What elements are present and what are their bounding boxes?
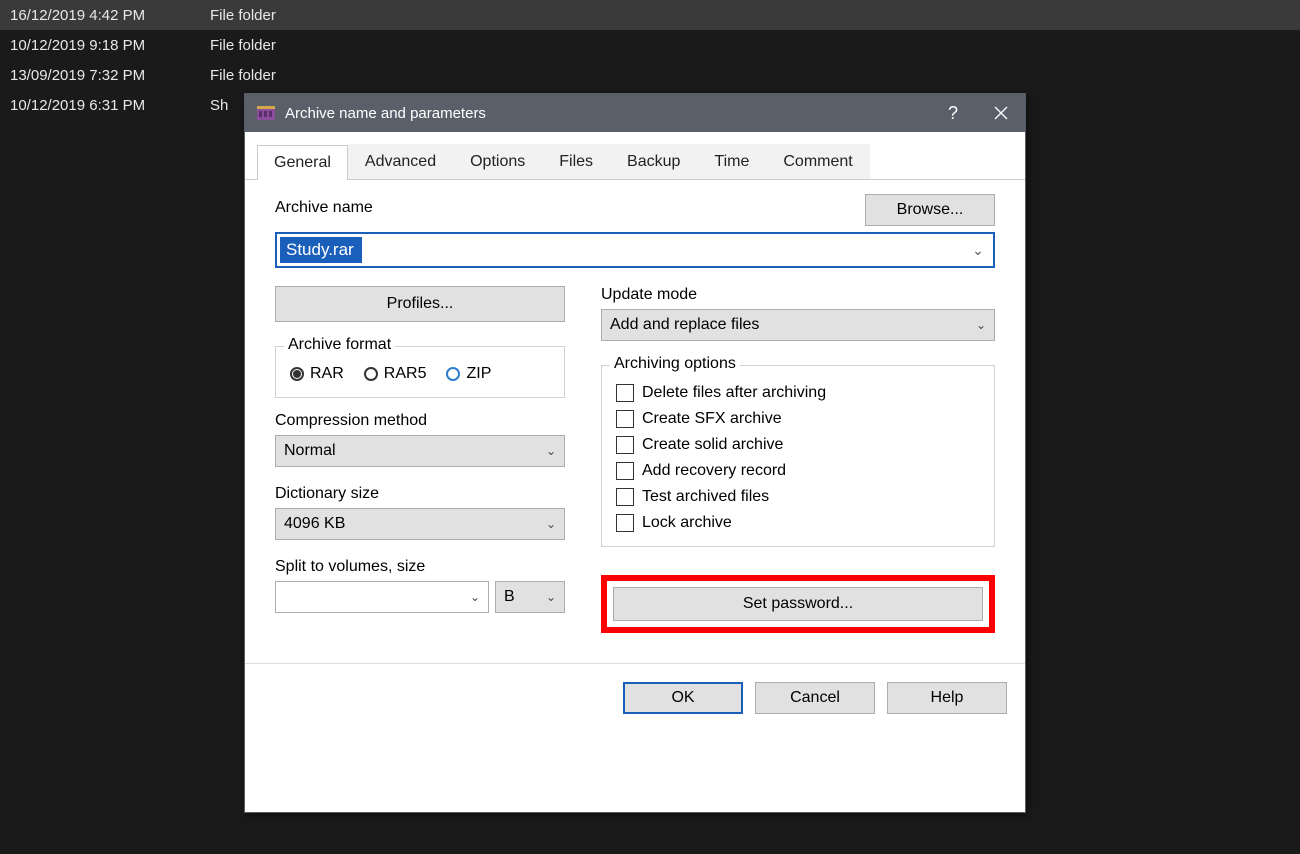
check-label: Lock archive: [642, 514, 732, 532]
split-unit-select[interactable]: B ⌄: [495, 581, 565, 613]
help-button[interactable]: Help: [887, 682, 1007, 714]
check-lock[interactable]: Lock archive: [616, 514, 980, 532]
chevron-down-icon: ⌄: [470, 590, 480, 604]
update-mode-value: Add and replace files: [610, 316, 759, 334]
checkbox-icon: [616, 410, 634, 428]
archive-name-input[interactable]: [280, 237, 362, 263]
split-unit: B: [504, 588, 515, 606]
winrar-icon: [255, 102, 277, 124]
help-icon[interactable]: ?: [929, 94, 977, 132]
radio-icon: [446, 367, 460, 381]
dictionary-value: 4096 KB: [284, 515, 345, 533]
chevron-down-icon: ⌄: [546, 444, 556, 458]
set-password-highlight: Set password...: [601, 575, 995, 633]
compression-label: Compression method: [275, 412, 565, 430]
dictionary-select[interactable]: 4096 KB ⌄: [275, 508, 565, 540]
cancel-button[interactable]: Cancel: [755, 682, 875, 714]
tab-options[interactable]: Options: [453, 144, 542, 179]
radio-zip[interactable]: ZIP: [446, 365, 491, 383]
check-label: Add recovery record: [642, 462, 786, 480]
checkbox-icon: [616, 488, 634, 506]
ok-button[interactable]: OK: [623, 682, 743, 714]
chevron-down-icon: ⌄: [976, 318, 986, 332]
chevron-down-icon[interactable]: ⌄: [963, 242, 993, 259]
update-mode-label: Update mode: [601, 286, 995, 304]
explorer-row[interactable]: 16/12/2019 4:42 PM File folder: [0, 0, 1300, 30]
radio-label: RAR5: [384, 365, 427, 383]
tab-files[interactable]: Files: [542, 144, 610, 179]
archive-format-legend: Archive format: [284, 336, 395, 354]
radio-label: RAR: [310, 365, 344, 383]
browse-button[interactable]: Browse...: [865, 194, 995, 226]
explorer-row[interactable]: 10/12/2019 9:18 PM File folder: [0, 30, 1300, 60]
profiles-button[interactable]: Profiles...: [275, 286, 565, 322]
file-date: 10/12/2019 9:18 PM: [10, 37, 190, 54]
radio-rar[interactable]: RAR: [290, 365, 344, 383]
chevron-down-icon: ⌄: [546, 590, 556, 604]
check-label: Create solid archive: [642, 436, 783, 454]
archiving-options-legend: Archiving options: [610, 355, 740, 373]
check-label: Test archived files: [642, 488, 769, 506]
check-sfx[interactable]: Create SFX archive: [616, 410, 980, 428]
set-password-button[interactable]: Set password...: [613, 587, 983, 621]
close-icon[interactable]: [977, 94, 1025, 132]
checkbox-icon: [616, 462, 634, 480]
checkbox-icon: [616, 514, 634, 532]
checkbox-icon: [616, 384, 634, 402]
tab-general[interactable]: General: [257, 145, 348, 180]
checkbox-icon: [616, 436, 634, 454]
tab-strip: General Advanced Options Files Backup Ti…: [245, 132, 1025, 180]
check-test[interactable]: Test archived files: [616, 488, 980, 506]
file-date: 10/12/2019 6:31 PM: [10, 97, 190, 114]
dialog-content: Archive name Browse... ⌄ Profiles... Arc…: [245, 180, 1025, 645]
chevron-down-icon: ⌄: [546, 517, 556, 531]
file-type: File folder: [210, 67, 1290, 84]
update-mode-select[interactable]: Add and replace files ⌄: [601, 309, 995, 341]
check-recovery[interactable]: Add recovery record: [616, 462, 980, 480]
file-type: File folder: [210, 37, 1290, 54]
check-delete-after[interactable]: Delete files after archiving: [616, 384, 980, 402]
archive-dialog: Archive name and parameters ? General Ad…: [244, 93, 1026, 813]
radio-rar5[interactable]: RAR5: [364, 365, 427, 383]
explorer-row[interactable]: 13/09/2019 7:32 PM File folder: [0, 60, 1300, 90]
check-label: Delete files after archiving: [642, 384, 826, 402]
titlebar[interactable]: Archive name and parameters ?: [245, 94, 1025, 132]
archive-format-group: Archive format RAR RAR5 ZIP: [275, 346, 565, 398]
check-label: Create SFX archive: [642, 410, 782, 428]
archive-name-label: Archive name: [275, 199, 853, 217]
check-solid[interactable]: Create solid archive: [616, 436, 980, 454]
archiving-options-group: Archiving options Delete files after arc…: [601, 365, 995, 547]
dialog-button-row: OK Cancel Help: [245, 663, 1025, 730]
radio-label: ZIP: [466, 365, 491, 383]
tab-time[interactable]: Time: [697, 144, 766, 179]
compression-value: Normal: [284, 442, 336, 460]
file-type: File folder: [210, 7, 1290, 24]
archive-name-field[interactable]: ⌄: [275, 232, 995, 268]
tab-advanced[interactable]: Advanced: [348, 144, 453, 179]
tab-comment[interactable]: Comment: [766, 144, 869, 179]
dialog-title: Archive name and parameters: [285, 105, 929, 122]
radio-icon: [364, 367, 378, 381]
split-size-field[interactable]: ⌄: [275, 581, 489, 613]
file-date: 16/12/2019 4:42 PM: [10, 7, 190, 24]
compression-select[interactable]: Normal ⌄: [275, 435, 565, 467]
dictionary-label: Dictionary size: [275, 485, 565, 503]
tab-backup[interactable]: Backup: [610, 144, 697, 179]
radio-icon: [290, 367, 304, 381]
split-label: Split to volumes, size: [275, 558, 565, 576]
file-date: 13/09/2019 7:32 PM: [10, 67, 190, 84]
